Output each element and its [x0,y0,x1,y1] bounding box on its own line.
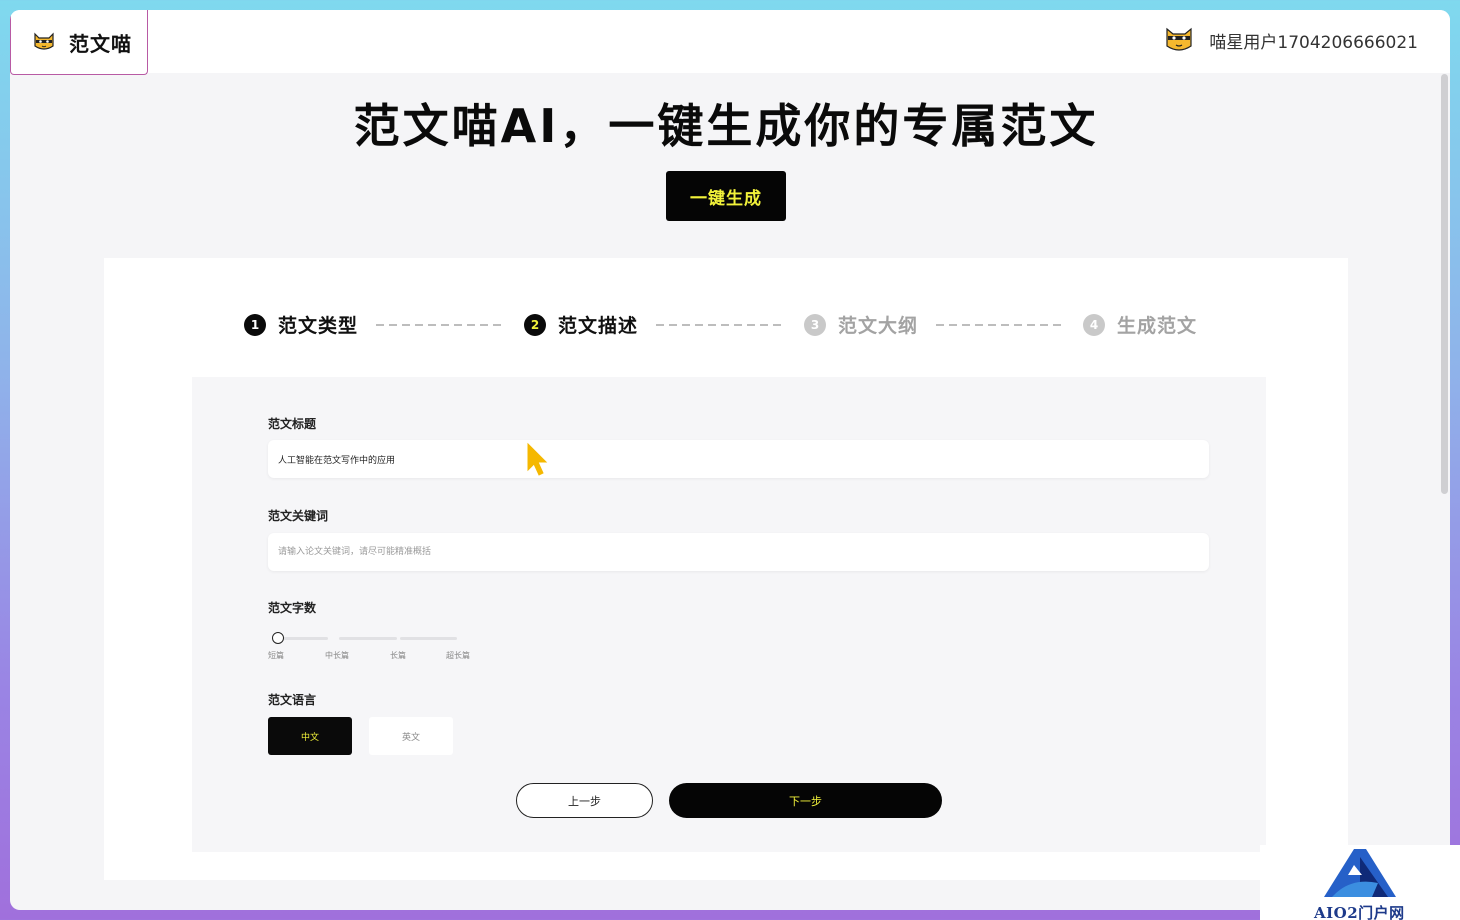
length-label: 范文字数 [268,601,317,615]
language-chinese-button[interactable]: 中文 [268,717,352,755]
slider-track-segment [278,637,328,640]
step-connector [936,324,1064,326]
top-bar: 范文喵 喵星用户1704206666021 [10,10,1450,75]
watermark: AIO2门户网 [1260,845,1460,920]
length-tick[interactable]: 长篇 [390,650,406,661]
length-slider[interactable]: 短篇 中长篇 长篇 超长篇 [268,630,488,670]
length-tick[interactable]: 超长篇 [446,650,470,661]
title-input[interactable] [268,440,1209,478]
slider-handle[interactable] [272,632,284,644]
step-label: 范文大纲 [838,315,919,337]
slider-track-segment [400,637,457,640]
keywords-label: 范文关键词 [268,509,329,523]
generate-button[interactable]: 一键生成 [666,171,786,221]
cat-avatar-icon [1166,27,1192,51]
step-2[interactable]: 2 范文描述 [524,311,638,338]
step-number: 3 [804,313,826,336]
language-label: 范文语言 [268,693,317,707]
title-label: 范文标题 [268,417,317,431]
scrollbar[interactable] [1441,74,1448,494]
step-number: 1 [244,313,266,336]
step-number: 4 [1083,313,1105,336]
length-tick[interactable]: 中长篇 [325,650,349,661]
prev-step-button[interactable]: 上一步 [516,783,653,818]
wizard-card: 1 范文类型 2 范文描述 3 范文大纲 4 生成范文 范文标题 范文关键词 [104,258,1348,880]
mouse-cursor-icon [527,442,548,476]
stepper: 1 范文类型 2 范文描述 3 范文大纲 4 生成范文 [244,311,1204,341]
slider-track-segment [339,637,397,640]
step-label: 范文类型 [278,315,359,337]
step-4[interactable]: 4 生成范文 [1083,311,1197,338]
aio2-logo-icon [1324,849,1396,897]
step-1[interactable]: 1 范文类型 [244,311,358,338]
language-english-button[interactable]: 英文 [369,717,453,755]
app-window: 范文喵 喵星用户1704206666021 范文喵AI，一键生成你的专属范文 一… [10,10,1450,910]
step-label: 范文描述 [558,315,639,337]
step-3[interactable]: 3 范文大纲 [804,311,918,338]
brand-name: 范文喵 [69,31,132,56]
user-menu[interactable]: 喵星用户1704206666021 [1165,26,1418,54]
step-label: 生成范文 [1117,315,1198,337]
user-name: 喵星用户1704206666021 [1209,32,1418,53]
description-form: 范文标题 范文关键词 范文字数 短篇 中长篇 长篇 超长篇 范文语言 中文 英文… [192,377,1266,852]
brand-logo[interactable]: 范文喵 [10,10,148,75]
keywords-input[interactable] [268,533,1209,571]
watermark-text: AIO2门户网 [1314,904,1405,920]
step-connector [376,324,504,326]
step-connector [656,324,784,326]
next-step-button[interactable]: 下一步 [669,783,942,818]
step-number: 2 [524,313,546,336]
cat-logo-icon [34,32,54,50]
length-tick[interactable]: 短篇 [268,650,284,661]
hero-title: 范文喵AI，一键生成你的专属范文 [353,99,1099,153]
